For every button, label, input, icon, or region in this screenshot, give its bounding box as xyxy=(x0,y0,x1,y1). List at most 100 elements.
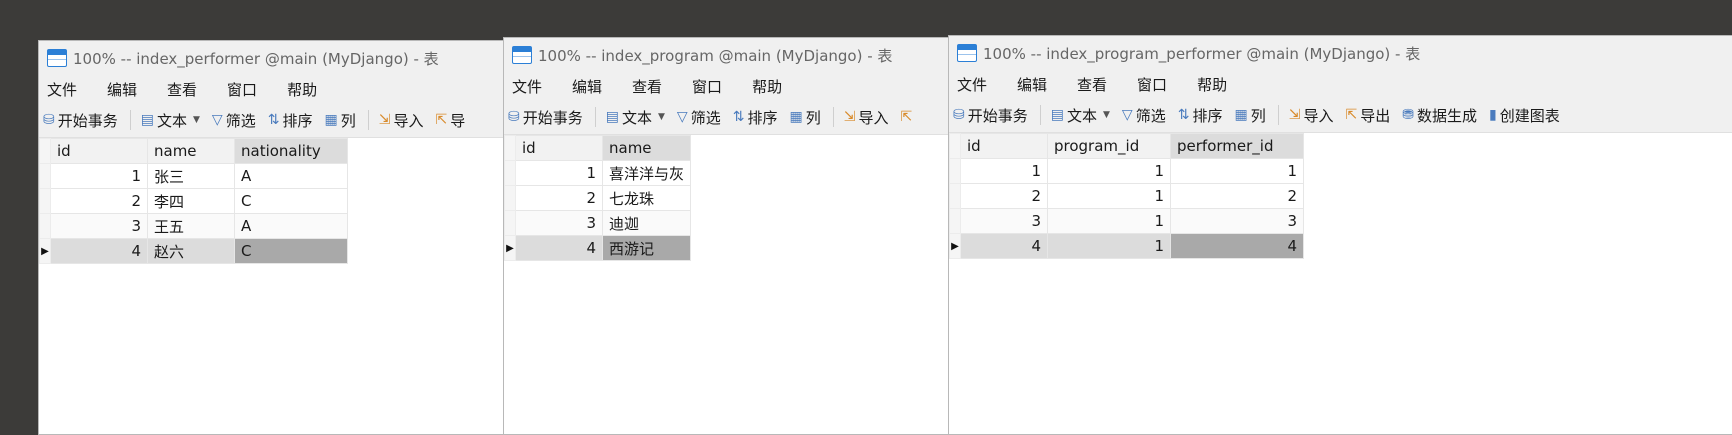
cell-nationality[interactable]: C xyxy=(234,188,348,214)
table-row[interactable]: 1 张三 A xyxy=(39,163,348,189)
menu-edit[interactable]: 编辑 xyxy=(107,79,137,100)
column-header-program-id[interactable]: program_id xyxy=(1047,133,1171,159)
cell-name[interactable]: 西游记 xyxy=(601,235,692,261)
menu-window[interactable]: 窗口 xyxy=(1137,74,1167,95)
row-header[interactable]: ▶ xyxy=(949,233,961,259)
column-header-name[interactable]: name xyxy=(601,135,692,161)
table-row[interactable]: 3 1 3 xyxy=(949,208,1304,234)
menu-view[interactable]: 查看 xyxy=(167,79,197,100)
export-button[interactable]: ⇱ 导出 xyxy=(1345,105,1390,126)
row-header[interactable] xyxy=(504,185,516,211)
row-header[interactable] xyxy=(949,208,961,234)
sort-button[interactable]: ⇅ 排序 xyxy=(1178,105,1223,126)
table-row[interactable]: 2 李四 C xyxy=(39,188,348,214)
cell-name[interactable]: 迪迦 xyxy=(601,210,692,236)
begin-transaction-button[interactable]: ⛁ 开始事务 xyxy=(953,105,1028,126)
import-button[interactable]: ⇲ 导入 xyxy=(379,110,424,131)
menu-file[interactable]: 文件 xyxy=(512,76,542,97)
cell-nationality[interactable]: A xyxy=(234,213,348,239)
row-header[interactable] xyxy=(504,160,516,186)
import-button[interactable]: ⇲ 导入 xyxy=(844,107,889,128)
menu-file[interactable]: 文件 xyxy=(47,79,77,100)
cell-program-id[interactable]: 1 xyxy=(1047,183,1171,209)
column-header-performer-id[interactable]: performer_id xyxy=(1170,133,1304,159)
row-header[interactable] xyxy=(949,183,961,209)
cell-id[interactable]: 1 xyxy=(50,163,148,189)
cell-id[interactable]: 2 xyxy=(960,183,1048,209)
cell-name[interactable]: 李四 xyxy=(147,188,235,214)
cell-performer-id[interactable]: 1 xyxy=(1170,158,1304,184)
cell-id[interactable]: 3 xyxy=(960,208,1048,234)
chevron-down-icon[interactable]: ▼ xyxy=(658,112,665,122)
chevron-down-icon[interactable]: ▼ xyxy=(1103,110,1110,120)
row-header[interactable] xyxy=(949,158,961,184)
filter-button[interactable]: ▽ 筛选 xyxy=(677,107,721,128)
filter-button[interactable]: ▽ 筛选 xyxy=(1122,105,1166,126)
cell-program-id[interactable]: 1 xyxy=(1047,233,1171,259)
menu-view[interactable]: 查看 xyxy=(1077,74,1107,95)
row-header[interactable]: ▶ xyxy=(39,238,51,264)
chevron-down-icon[interactable]: ▼ xyxy=(193,115,200,125)
columns-button[interactable]: ▦ 列 xyxy=(1234,105,1265,126)
cell-id[interactable]: 4 xyxy=(515,235,603,261)
table-row[interactable]: 1 1 1 xyxy=(949,158,1304,184)
row-header[interactable] xyxy=(39,213,51,239)
text-button[interactable]: ▤ 文本 ▼ xyxy=(606,107,665,128)
column-header-id[interactable]: id xyxy=(50,138,148,164)
table-row-selected[interactable]: ▶ 4 赵六 C xyxy=(39,238,348,264)
cell-id[interactable]: 3 xyxy=(515,210,603,236)
cell-nationality[interactable]: C xyxy=(234,238,348,264)
table-row-selected[interactable]: ▶ 4 1 4 xyxy=(949,233,1304,259)
cell-name[interactable]: 张三 xyxy=(147,163,235,189)
export-button[interactable]: ⇱ xyxy=(900,109,915,125)
table-row-selected[interactable]: ▶ 4 西游记 xyxy=(504,235,692,261)
row-header[interactable]: ▶ xyxy=(504,235,516,261)
title-bar[interactable]: 100% -- index_program_performer @main (M… xyxy=(949,36,1732,70)
cell-performer-id[interactable]: 2 xyxy=(1170,183,1304,209)
cell-id[interactable]: 4 xyxy=(50,238,148,264)
table-row[interactable]: 2 七龙珠 xyxy=(504,185,692,211)
sort-button[interactable]: ⇅ 排序 xyxy=(733,107,778,128)
row-header[interactable] xyxy=(504,210,516,236)
menu-view[interactable]: 查看 xyxy=(632,76,662,97)
filter-button[interactable]: ▽ 筛选 xyxy=(212,110,256,131)
cell-nationality[interactable]: A xyxy=(234,163,348,189)
menu-help[interactable]: 帮助 xyxy=(752,76,782,97)
cell-name[interactable]: 喜洋洋与灰 xyxy=(601,160,692,186)
columns-button[interactable]: ▦ 列 xyxy=(789,107,820,128)
table-row[interactable]: 3 王五 A xyxy=(39,213,348,239)
menu-help[interactable]: 帮助 xyxy=(287,79,317,100)
cell-id[interactable]: 3 xyxy=(50,213,148,239)
cell-id[interactable]: 2 xyxy=(515,185,603,211)
column-header-id[interactable]: id xyxy=(515,135,603,161)
begin-transaction-button[interactable]: ⛁ 开始事务 xyxy=(43,110,118,131)
menu-help[interactable]: 帮助 xyxy=(1197,74,1227,95)
table-row[interactable]: 3 迪迦 xyxy=(504,210,692,236)
cell-performer-id[interactable]: 4 xyxy=(1170,233,1304,259)
text-button[interactable]: ▤ 文本 ▼ xyxy=(1051,105,1110,126)
cell-name[interactable]: 赵六 xyxy=(147,238,235,264)
cell-performer-id[interactable]: 3 xyxy=(1170,208,1304,234)
cell-id[interactable]: 2 xyxy=(50,188,148,214)
title-bar[interactable]: 100% -- index_performer @main (MyDjango)… xyxy=(39,41,505,75)
menu-window[interactable]: 窗口 xyxy=(692,76,722,97)
columns-button[interactable]: ▦ 列 xyxy=(324,110,355,131)
row-header[interactable] xyxy=(39,163,51,189)
cell-id[interactable]: 1 xyxy=(960,158,1048,184)
cell-program-id[interactable]: 1 xyxy=(1047,158,1171,184)
create-chart-button[interactable]: ▮ 创建图表 xyxy=(1489,105,1560,126)
menu-edit[interactable]: 编辑 xyxy=(1017,74,1047,95)
cell-id[interactable]: 4 xyxy=(960,233,1048,259)
cell-name[interactable]: 王五 xyxy=(147,213,235,239)
data-generation-button[interactable]: ⛃ 数据生成 xyxy=(1402,105,1477,126)
column-header-name[interactable]: name xyxy=(147,138,235,164)
menu-window[interactable]: 窗口 xyxy=(227,79,257,100)
text-button[interactable]: ▤ 文本 ▼ xyxy=(141,110,200,131)
menu-file[interactable]: 文件 xyxy=(957,74,987,95)
menu-edit[interactable]: 编辑 xyxy=(572,76,602,97)
row-header[interactable] xyxy=(39,188,51,214)
cell-program-id[interactable]: 1 xyxy=(1047,208,1171,234)
table-row[interactable]: 2 1 2 xyxy=(949,183,1304,209)
cell-id[interactable]: 1 xyxy=(515,160,603,186)
column-header-nationality[interactable]: nationality xyxy=(234,138,348,164)
